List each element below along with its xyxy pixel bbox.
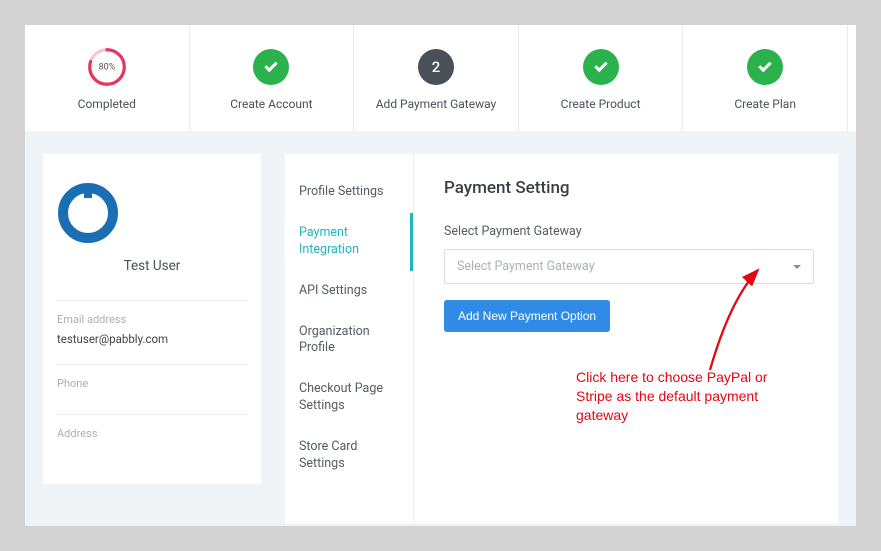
step-number-icon: 2 [416,47,456,87]
tab-payment-integration[interactable]: Payment Integration [285,213,413,271]
progress-steps: 80% Completed Create Account 2 Add Payme… [25,25,856,132]
step-label: Create Plan [734,97,796,111]
checkmark-icon [251,47,291,87]
tab-profile-settings[interactable]: Profile Settings [285,172,413,213]
tab-store-card-settings[interactable]: Store Card Settings [285,427,413,485]
step-create-account[interactable]: Create Account [190,25,354,131]
step-label: Add Payment Gateway [376,97,497,111]
add-payment-option-button[interactable]: Add New Payment Option [444,300,610,332]
section-title: Payment Setting [444,178,814,198]
tab-content: Payment Setting Select Payment Gateway S… [413,154,838,524]
progress-ring-icon: 80% [87,47,127,87]
progress-label: Completed [78,97,136,111]
select-label: Select Payment Gateway [444,224,814,239]
step-label: Create Account [230,97,312,111]
profile-field-address: Address [57,414,247,464]
profile-card: Test User Email address testuser@pabbly.… [43,154,261,484]
checkmark-icon [745,47,785,87]
tab-organization-profile[interactable]: Organization Profile [285,312,413,370]
checkmark-icon [581,47,621,87]
step-create-plan[interactable]: Create Plan [683,25,847,131]
field-value: testuser@pabbly.com [57,332,247,346]
profile-name: Test User [57,258,247,300]
field-label: Address [57,427,247,440]
payment-gateway-select[interactable]: Select Payment Gateway [444,249,814,284]
field-label: Phone [57,377,247,390]
select-placeholder: Select Payment Gateway [457,259,595,274]
progress-indicator: 80% Completed [25,25,189,131]
profile-field-phone: Phone [57,364,247,414]
step-add-payment-gateway[interactable]: 2 Add Payment Gateway [354,25,518,131]
tab-checkout-page-settings[interactable]: Checkout Page Settings [285,369,413,427]
caret-down-icon [793,265,801,269]
step-overflow-edge [848,25,856,131]
step-create-product[interactable]: Create Product [519,25,683,131]
profile-field-email: Email address testuser@pabbly.com [57,300,247,364]
step-label: Create Product [561,97,641,111]
field-label: Email address [57,313,247,326]
settings-panel: Profile Settings Payment Integration API… [285,154,838,524]
settings-tabs: Profile Settings Payment Integration API… [285,154,413,524]
avatar-icon [57,178,247,258]
tab-api-settings[interactable]: API Settings [285,271,413,312]
progress-percent: 80% [98,63,115,73]
